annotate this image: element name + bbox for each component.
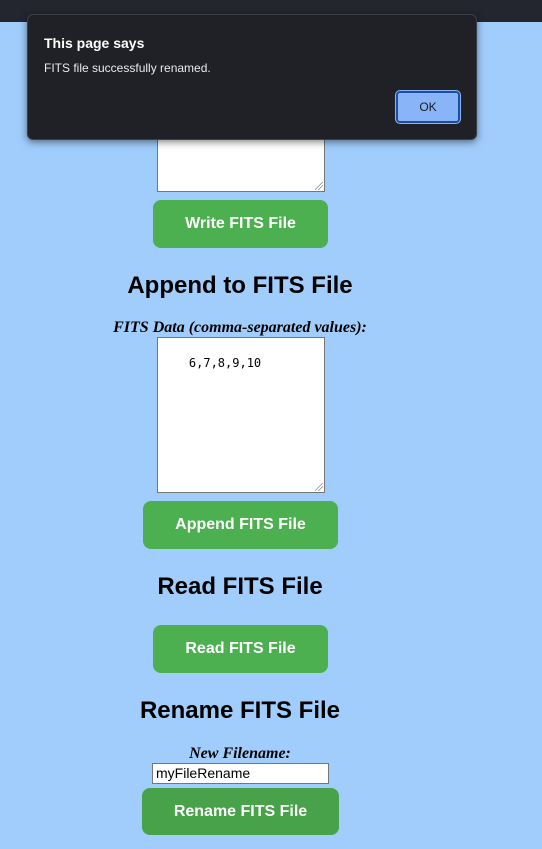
append-fits-button[interactable]: Append FITS File	[143, 501, 338, 549]
append-section-heading: Append to FITS File	[127, 272, 353, 299]
rename-fits-button-label: Rename FITS File	[173, 802, 308, 820]
resize-grip-icon[interactable]	[315, 182, 323, 190]
dialog-ok-label: OK	[419, 100, 437, 114]
new-filename-input[interactable]: myFileRename	[152, 763, 329, 784]
rename-section-heading: Rename FITS File	[139, 697, 341, 724]
write-fits-button-label: Write FITS File	[185, 215, 296, 232]
new-filename-value: myFileRename	[156, 765, 251, 781]
append-fits-button-label: Append FITS File	[175, 516, 306, 533]
dialog-message: FITS file successfully renamed.	[44, 61, 211, 75]
write-fits-button[interactable]: Write FITS File	[153, 200, 328, 248]
dialog-ok-button[interactable]: OK	[396, 91, 460, 123]
append-fits-data-value: 6,7,8,9,10	[188, 356, 262, 370]
dialog-title: This page says	[44, 35, 145, 51]
read-fits-button-label: Read FITS File	[185, 640, 296, 657]
alert-dialog: This page says FITS file successfully re…	[27, 14, 477, 140]
read-fits-button[interactable]: Read FITS File	[153, 625, 328, 673]
new-filename-label: New Filename:	[189, 745, 291, 762]
append-data-label: FITS Data (comma-separated values):	[113, 319, 367, 336]
read-section-heading: Read FITS File	[157, 573, 323, 600]
append-fits-data-textarea[interactable]: 6,7,8,9,10	[157, 337, 325, 493]
resize-grip-icon[interactable]	[315, 483, 323, 491]
rename-fits-button[interactable]: Rename FITS File	[142, 788, 339, 835]
